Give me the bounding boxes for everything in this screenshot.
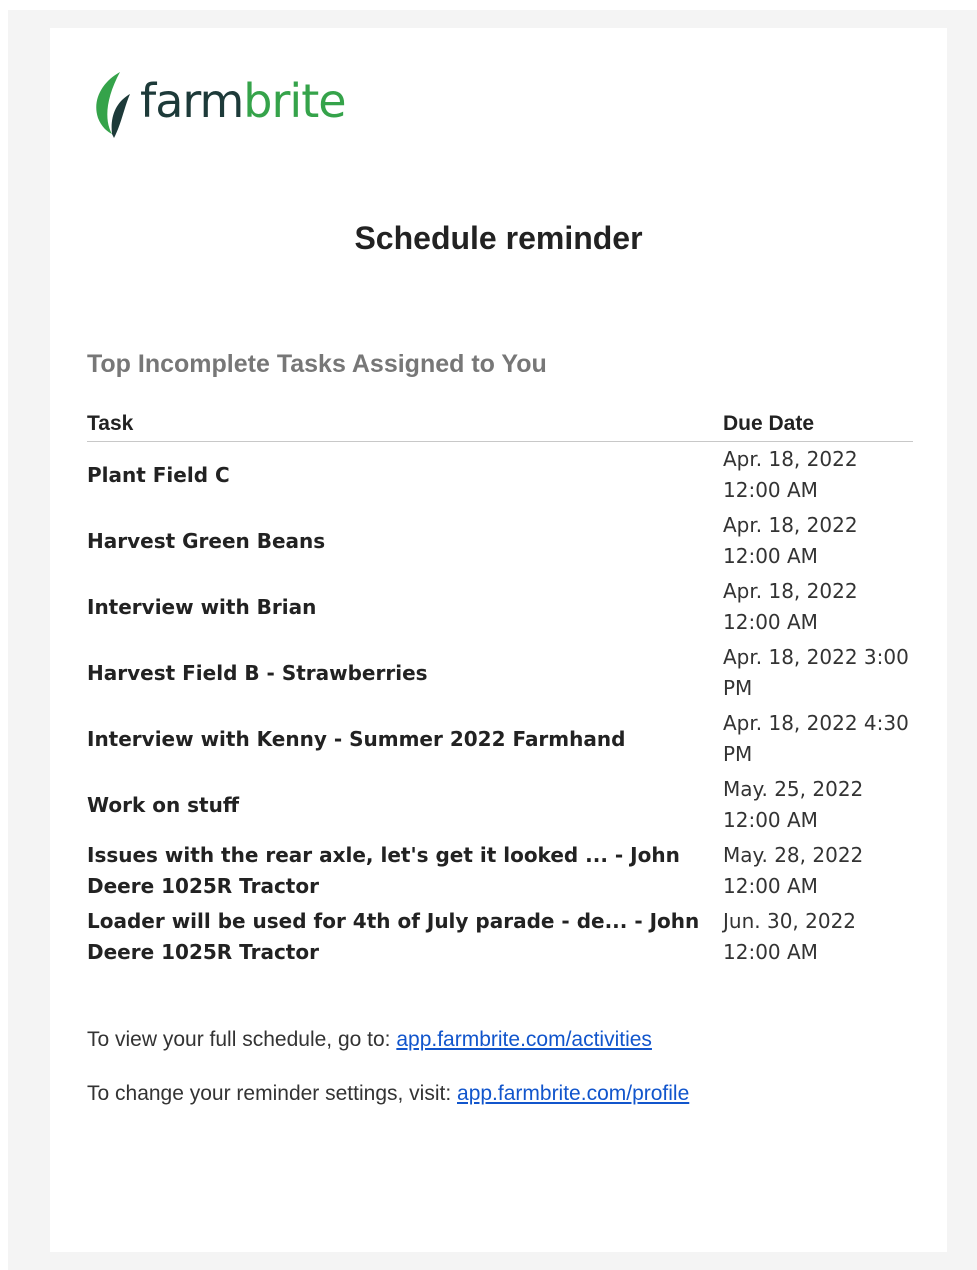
task-due-date: Apr. 18, 2022 12:00 AM <box>723 513 858 568</box>
task-name: Work on stuff <box>87 792 240 817</box>
settings-footer-text: To change your reminder settings, visit: <box>87 1082 458 1105</box>
table-row: Issues with the rear axle, let's get it … <box>87 838 913 904</box>
header-task: Task <box>87 408 723 442</box>
task-due-date: Apr. 18, 2022 3:00 PM <box>723 645 909 700</box>
page-title: Schedule reminder <box>354 220 643 256</box>
schedule-footer-text: To view your full schedule, go to: <box>87 1028 397 1051</box>
email-card: farmbrite Schedule reminder Top Incomple… <box>50 28 947 1252</box>
email-background: farmbrite Schedule reminder Top Incomple… <box>8 10 977 1270</box>
section-title: Top Incomplete Tasks Assigned to You <box>87 350 547 378</box>
task-due-date: Jun. 30, 2022 12:00 AM <box>723 909 857 964</box>
task-name: Plant Field C <box>87 462 230 487</box>
table-row: Harvest Green Beans Apr. 18, 2022 12:00 … <box>87 508 913 574</box>
task-name: Harvest Green Beans <box>87 528 326 553</box>
table-row: Plant Field C Apr. 18, 2022 12:00 AM <box>87 442 913 509</box>
schedule-footer: To view your full schedule, go to: app.f… <box>87 1028 652 1052</box>
task-name: Interview with Kenny - Summer 2022 Farmh… <box>87 726 626 751</box>
task-due-date: May. 28, 2022 12:00 AM <box>723 843 864 898</box>
header-due-date: Due Date <box>723 408 913 442</box>
brand-word-brite: brite <box>243 74 346 128</box>
task-due-date: Apr. 18, 2022 12:00 AM <box>723 579 858 634</box>
task-name: Interview with Brian <box>87 594 317 619</box>
farmbrite-logo: farmbrite <box>90 68 347 140</box>
leaf-icon <box>96 72 130 138</box>
table-row: Interview with Kenny - Summer 2022 Farmh… <box>87 706 913 772</box>
brand-word-farm: farm <box>140 74 244 128</box>
task-name: Harvest Field B - Strawberries <box>87 660 428 685</box>
settings-footer: To change your reminder settings, visit:… <box>87 1082 689 1106</box>
table-row: Loader will be used for 4th of July para… <box>87 904 913 970</box>
task-name: Issues with the rear axle, let's get it … <box>87 843 680 898</box>
table-row: Harvest Field B - Strawberries Apr. 18, … <box>87 640 913 706</box>
task-name: Loader will be used for 4th of July para… <box>87 909 700 964</box>
task-due-date: May. 25, 2022 12:00 AM <box>723 777 864 832</box>
table-row: Interview with Brian Apr. 18, 2022 12:00… <box>87 574 913 640</box>
task-due-date: Apr. 18, 2022 12:00 AM <box>723 447 858 502</box>
table-header-row: Task Due Date <box>87 408 913 442</box>
brand-wordmark: farmbrite <box>140 78 347 124</box>
task-due-date: Apr. 18, 2022 4:30 PM <box>723 711 909 766</box>
activities-link[interactable]: app.farmbrite.com/activities <box>396 1028 652 1051</box>
tasks-table: Task Due Date Plant Field C Apr. 18, 202… <box>87 408 913 970</box>
table-row: Work on stuff May. 25, 2022 12:00 AM <box>87 772 913 838</box>
profile-link[interactable]: app.farmbrite.com/profile <box>457 1082 689 1105</box>
